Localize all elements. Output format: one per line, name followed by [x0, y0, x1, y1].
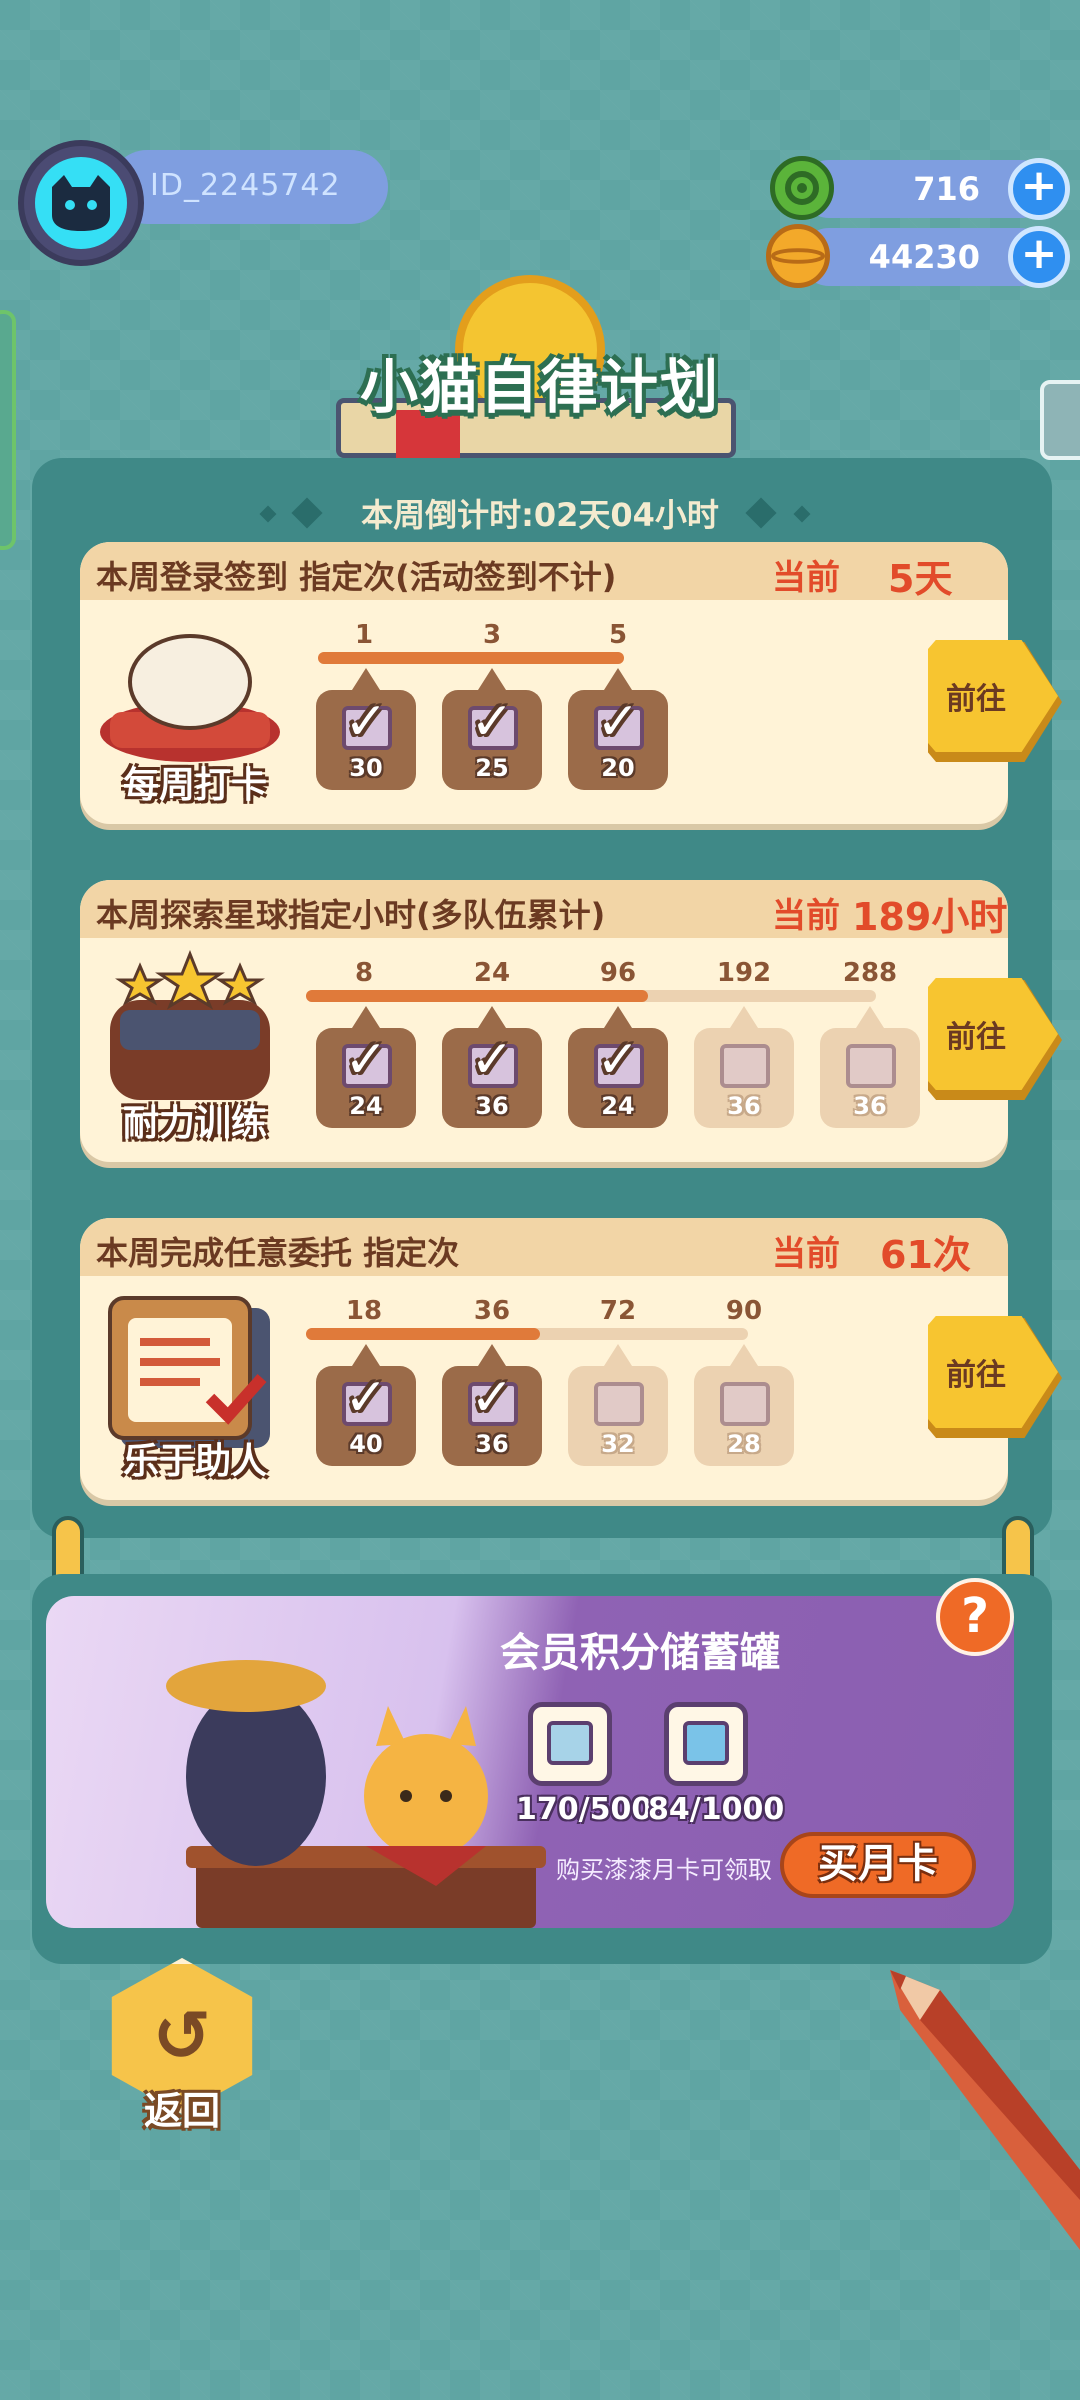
task-title: 本周探索星球指定小时(多队伍累计)	[96, 896, 606, 934]
reward-count: 30	[349, 754, 383, 782]
checkmark-icon: ✓	[470, 692, 514, 752]
milestone-label: 5	[608, 620, 628, 650]
checkmark-icon: ✓	[470, 1030, 514, 1090]
buy-monthly-card-button[interactable]: 买月卡	[780, 1832, 976, 1898]
milestone-label: 192	[716, 958, 772, 988]
task-art-label: 耐力训练	[122, 1103, 267, 1144]
gold-planet-coin-icon	[766, 224, 830, 288]
task-art-label: 每周打卡	[122, 765, 267, 806]
progress-track	[306, 990, 876, 1002]
progress-fill	[306, 1328, 541, 1340]
checkmark-icon: ✓	[344, 692, 388, 752]
member-reward-progress: 84/1000	[648, 1792, 785, 1827]
green-gem-icon	[770, 156, 834, 220]
milestone-label: 1	[354, 620, 374, 650]
milestone-label: 24	[473, 958, 511, 988]
milestone-label: 90	[725, 1296, 763, 1326]
player-id: ID_2245742	[150, 168, 341, 203]
ticket-icon	[547, 1721, 593, 1765]
cat-on-cushion-icon	[90, 612, 290, 772]
reward-box[interactable]: ✓ 30	[316, 668, 416, 790]
reward-count: 40	[349, 1430, 383, 1458]
member-title: 会员积分储蓄罐	[500, 1630, 780, 1676]
progress-track	[318, 652, 624, 664]
cat-avatar-icon	[35, 157, 127, 249]
milestone-label: 72	[599, 1296, 637, 1326]
reward-count: 36	[853, 1092, 887, 1120]
checkmark-icon: ✓	[470, 1368, 514, 1428]
current-value: 61次	[880, 1233, 971, 1277]
current-label: 当前	[772, 558, 840, 598]
avatar[interactable]	[18, 140, 144, 266]
add-coins-button[interactable]: +	[1008, 226, 1070, 288]
milestone-label: 96	[599, 958, 637, 988]
milestone-label: 18	[345, 1296, 383, 1326]
task-title: 本周完成任意委托 指定次	[96, 1234, 460, 1272]
stars-training-icon	[90, 949, 290, 1110]
task-art-label: 乐于助人	[122, 1441, 267, 1482]
member-reward-box[interactable]	[664, 1702, 748, 1786]
reward-count: 24	[349, 1092, 383, 1120]
task-card-complete-commissions: 本周完成任意委托 指定次 当前 61次 乐于助人 18 36 72 90 ✓ 4…	[80, 1218, 1062, 1500]
coin-amount: 44230	[868, 238, 980, 276]
current-value: 5天	[888, 557, 953, 601]
progress-fill	[306, 990, 648, 1002]
reward-box[interactable]: ✓ 24	[316, 1006, 416, 1128]
reward-box-locked[interactable]: 36	[694, 1006, 794, 1128]
current-value: 189小时	[852, 895, 1008, 939]
reward-box-locked[interactable]: 36	[820, 1006, 920, 1128]
help-button[interactable]: ?	[936, 1578, 1014, 1656]
reward-count: 20	[601, 754, 635, 782]
ticket-icon	[594, 1382, 644, 1426]
task-card-weekly-checkin: 本周登录签到 指定次(活动签到不计) 当前 5天 每周打卡 1 3 5 ✓ 30…	[80, 542, 1062, 824]
ticket-icon	[846, 1044, 896, 1088]
reward-count: 36	[475, 1430, 509, 1458]
countdown-timer: 本周倒计时:02天04小时	[361, 496, 719, 534]
page-title: 小猫自律计划	[359, 353, 720, 421]
reward-box[interactable]: ✓ 24	[568, 1006, 668, 1128]
reward-count: 36	[475, 1092, 509, 1120]
clipboard-icon	[90, 1288, 290, 1448]
progress-fill	[318, 652, 624, 664]
reward-box[interactable]: ✓ 36	[442, 1006, 542, 1128]
reward-count: 24	[601, 1092, 635, 1120]
reward-box[interactable]: ✓ 20	[568, 668, 668, 790]
checkmark-icon: ✓	[344, 1368, 388, 1428]
right-clip-decoration	[1040, 380, 1080, 460]
back-label: 返回	[143, 2089, 220, 2133]
checkmark-icon: ✓	[344, 1030, 388, 1090]
member-reward-box[interactable]	[528, 1702, 612, 1786]
undo-arrow-icon: ↺	[152, 1995, 212, 2077]
reward-box[interactable]: ✓ 36	[442, 1344, 542, 1466]
ticket-icon	[720, 1382, 770, 1426]
checkmark-icon: ✓	[596, 692, 640, 752]
task-title: 本周登录签到 指定次(活动签到不计)	[96, 558, 617, 596]
milestone-label: 288	[842, 958, 898, 988]
task-card-explore-hours: 本周探索星球指定小时(多队伍累计) 当前 189小时 耐力训练 8 24 96 …	[80, 880, 1062, 1162]
gem-amount: 716	[913, 170, 980, 208]
member-note: 购买漆漆月卡可领取	[556, 1856, 772, 1884]
ticket-icon	[720, 1044, 770, 1088]
ticket-icon	[683, 1721, 729, 1765]
checkmark-icon: ✓	[596, 1030, 640, 1090]
reward-count: 25	[475, 754, 509, 782]
reward-count: 36	[727, 1092, 761, 1120]
progress-track	[306, 1328, 748, 1340]
milestone-label: 8	[354, 958, 374, 988]
add-gems-button[interactable]: +	[1008, 158, 1070, 220]
reward-count: 28	[727, 1430, 761, 1458]
current-label: 当前	[772, 896, 840, 936]
reward-box-locked[interactable]: 32	[568, 1344, 668, 1466]
reward-count: 32	[601, 1430, 635, 1458]
reward-box[interactable]: ✓ 25	[442, 668, 542, 790]
milestone-label: 36	[473, 1296, 511, 1326]
reward-box[interactable]: ✓ 40	[316, 1344, 416, 1466]
reward-box-locked[interactable]: 28	[694, 1344, 794, 1466]
current-label: 当前	[772, 1234, 840, 1274]
milestone-label: 3	[482, 620, 502, 650]
pencil-decoration-icon	[890, 1970, 1080, 2250]
member-reward-progress: 170/500	[516, 1792, 653, 1827]
